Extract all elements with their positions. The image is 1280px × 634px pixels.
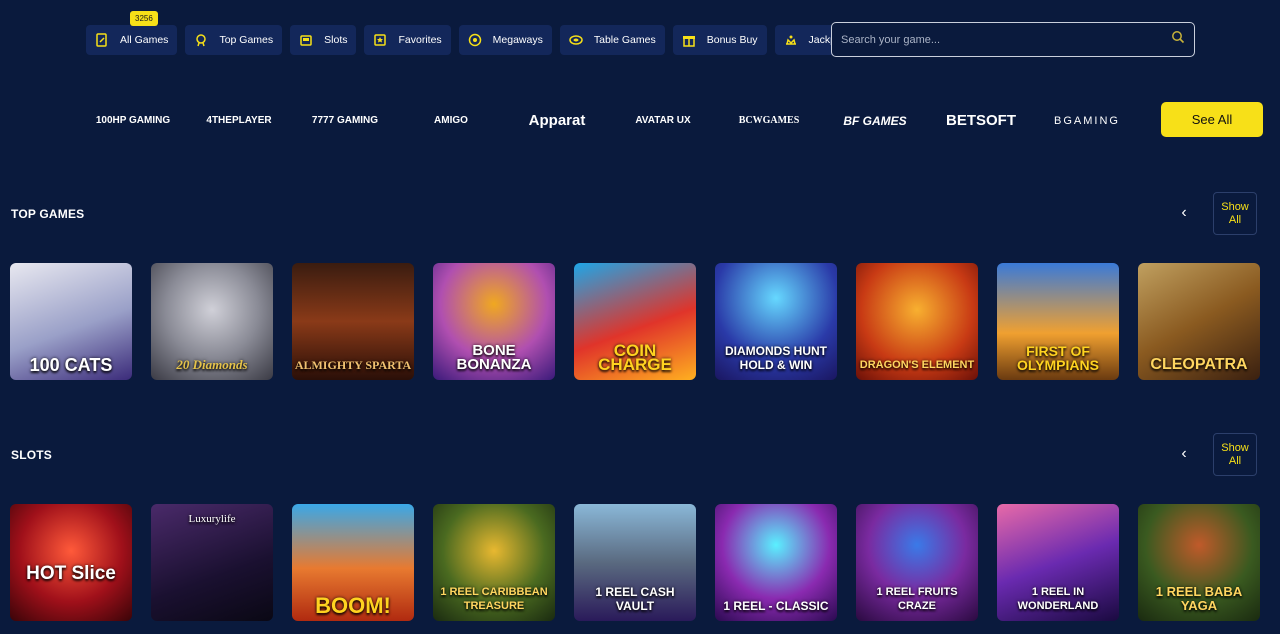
provider-logo[interactable]: BGAMING (1034, 115, 1140, 127)
all-games-icon (94, 32, 110, 48)
game-title: HOT Slice (26, 563, 116, 584)
top-games-icon (193, 32, 209, 48)
game-title: CLEOPATRA (1150, 356, 1248, 373)
top-games-show-all-button[interactable]: Show All (1213, 192, 1257, 235)
provider-strip: 100HP GAMING 4THEPLAYER 7777 GAMING AMIG… (80, 93, 1140, 148)
game-title: 1 REEL IN WONDERLAND (1017, 586, 1099, 612)
game-tile[interactable]: 1 REEL CARIBBEAN TREASURE (433, 504, 555, 621)
game-title: DIAMONDS HUNT HOLD & WIN (725, 344, 827, 372)
top-games-row: 100 CATS 20 Diamonds ALMIGHTY SPARTA BON… (10, 263, 1260, 380)
category-label: Bonus Buy (706, 34, 758, 46)
category-label: Table Games (593, 34, 656, 46)
category-table-games[interactable]: Table Games (559, 25, 665, 55)
game-tile[interactable]: 20 Diamonds (151, 263, 273, 380)
search-icon[interactable] (1171, 30, 1185, 49)
game-search (831, 22, 1195, 57)
category-label: Favorites (398, 34, 442, 46)
game-tile[interactable]: DRAGON'S ELEMENT (856, 263, 978, 380)
category-label: Megaways (492, 34, 543, 46)
category-all-games[interactable]: 3256 All Games (86, 11, 178, 55)
category-bonus-buy[interactable]: Bonus Buy (672, 25, 767, 55)
game-title: 1 REEL BABA YAGA (1155, 584, 1243, 613)
game-tile[interactable]: FIRST OF OLYMPIANS (997, 263, 1119, 380)
category-favorites[interactable]: Favorites (364, 25, 451, 55)
slots-row: HOT Slice Luxurylife BOOM! 1 REEL CARIBB… (10, 504, 1260, 621)
category-label: Top Games (219, 34, 274, 46)
see-all-providers-button[interactable]: See All (1161, 102, 1263, 137)
slots-title: SLOTS (11, 448, 53, 462)
game-title: 1 REEL CARIBBEAN TREASURE (440, 586, 548, 612)
slots-show-all-button[interactable]: Show All (1213, 433, 1257, 476)
game-tile[interactable]: 1 REEL FRUITS CRAZE (856, 504, 978, 621)
category-label: Slots (324, 34, 348, 46)
game-tile[interactable]: BOOM! (292, 504, 414, 621)
slots-icon (298, 32, 314, 48)
provider-logo[interactable]: BCWGAMES (716, 115, 822, 126)
bonus-buy-icon (681, 32, 697, 48)
top-games-title: TOP GAMES (11, 207, 85, 221)
provider-logo[interactable]: 100HP GAMING (80, 115, 186, 126)
game-tile[interactable]: ALMIGHTY SPARTA (292, 263, 414, 380)
game-tile[interactable]: BONE BONANZA (433, 263, 555, 380)
category-slots[interactable]: Slots (290, 25, 357, 55)
game-tile[interactable]: 1 REEL CASH VAULT (574, 504, 696, 621)
game-tile[interactable]: 100 CATS (10, 263, 132, 380)
table-games-icon (568, 32, 584, 48)
jackpot-icon (783, 32, 799, 48)
game-tile[interactable]: CLEOPATRA (1138, 263, 1260, 380)
megaways-icon (467, 32, 483, 48)
top-games-prev-arrow-icon[interactable]: ‹ (1176, 204, 1192, 221)
category-label: All Games (120, 34, 169, 46)
provider-logo[interactable]: BETSOFT (928, 112, 1034, 129)
provider-logo[interactable]: AMIGO (398, 115, 504, 126)
game-title: Luxurylife (188, 513, 236, 525)
game-title: 1 REEL - CLASSIC (723, 599, 829, 613)
category-top-games[interactable]: Top Games (185, 25, 283, 55)
game-tile[interactable]: COIN CHARGE (574, 263, 696, 380)
slots-prev-arrow-icon[interactable]: ‹ (1176, 445, 1192, 462)
game-tile[interactable]: DIAMONDS HUNT HOLD & WIN (715, 263, 837, 380)
game-title: ALMIGHTY SPARTA (294, 358, 412, 372)
game-tile[interactable]: HOT Slice (10, 504, 132, 621)
game-title: COIN CHARGE (598, 341, 672, 374)
provider-logo[interactable]: BF GAMES (822, 114, 928, 128)
favorites-icon (372, 32, 388, 48)
game-title: 1 REEL CASH VAULT (595, 585, 675, 613)
category-megaways[interactable]: Megaways (458, 25, 552, 55)
provider-logo[interactable]: Apparat (504, 112, 610, 129)
game-tile[interactable]: 1 REEL IN WONDERLAND (997, 504, 1119, 621)
game-tile[interactable]: 1 REEL - CLASSIC (715, 504, 837, 621)
game-title: BONE BONANZA (456, 342, 532, 373)
provider-logo[interactable]: 4THEPLAYER (186, 115, 292, 126)
search-input[interactable] (841, 33, 1171, 46)
game-title: 100 CATS (29, 355, 113, 375)
game-tile[interactable]: Luxurylife (151, 504, 273, 621)
game-title: 1 REEL FRUITS CRAZE (876, 586, 958, 612)
provider-logo[interactable]: 7777 GAMING (292, 115, 398, 126)
game-title: BOOM! (315, 593, 391, 618)
game-title: DRAGON'S ELEMENT (859, 359, 975, 371)
provider-logo[interactable]: AVATAR UX (610, 115, 716, 126)
game-tile[interactable]: 1 REEL BABA YAGA (1138, 504, 1260, 621)
game-title: 20 Diamonds (176, 357, 248, 372)
game-title: FIRST OF OLYMPIANS (1017, 343, 1099, 373)
games-count-badge: 3256 (130, 11, 158, 26)
category-nav: 3256 All Games Top Games Slots Favorites… (86, 11, 854, 55)
